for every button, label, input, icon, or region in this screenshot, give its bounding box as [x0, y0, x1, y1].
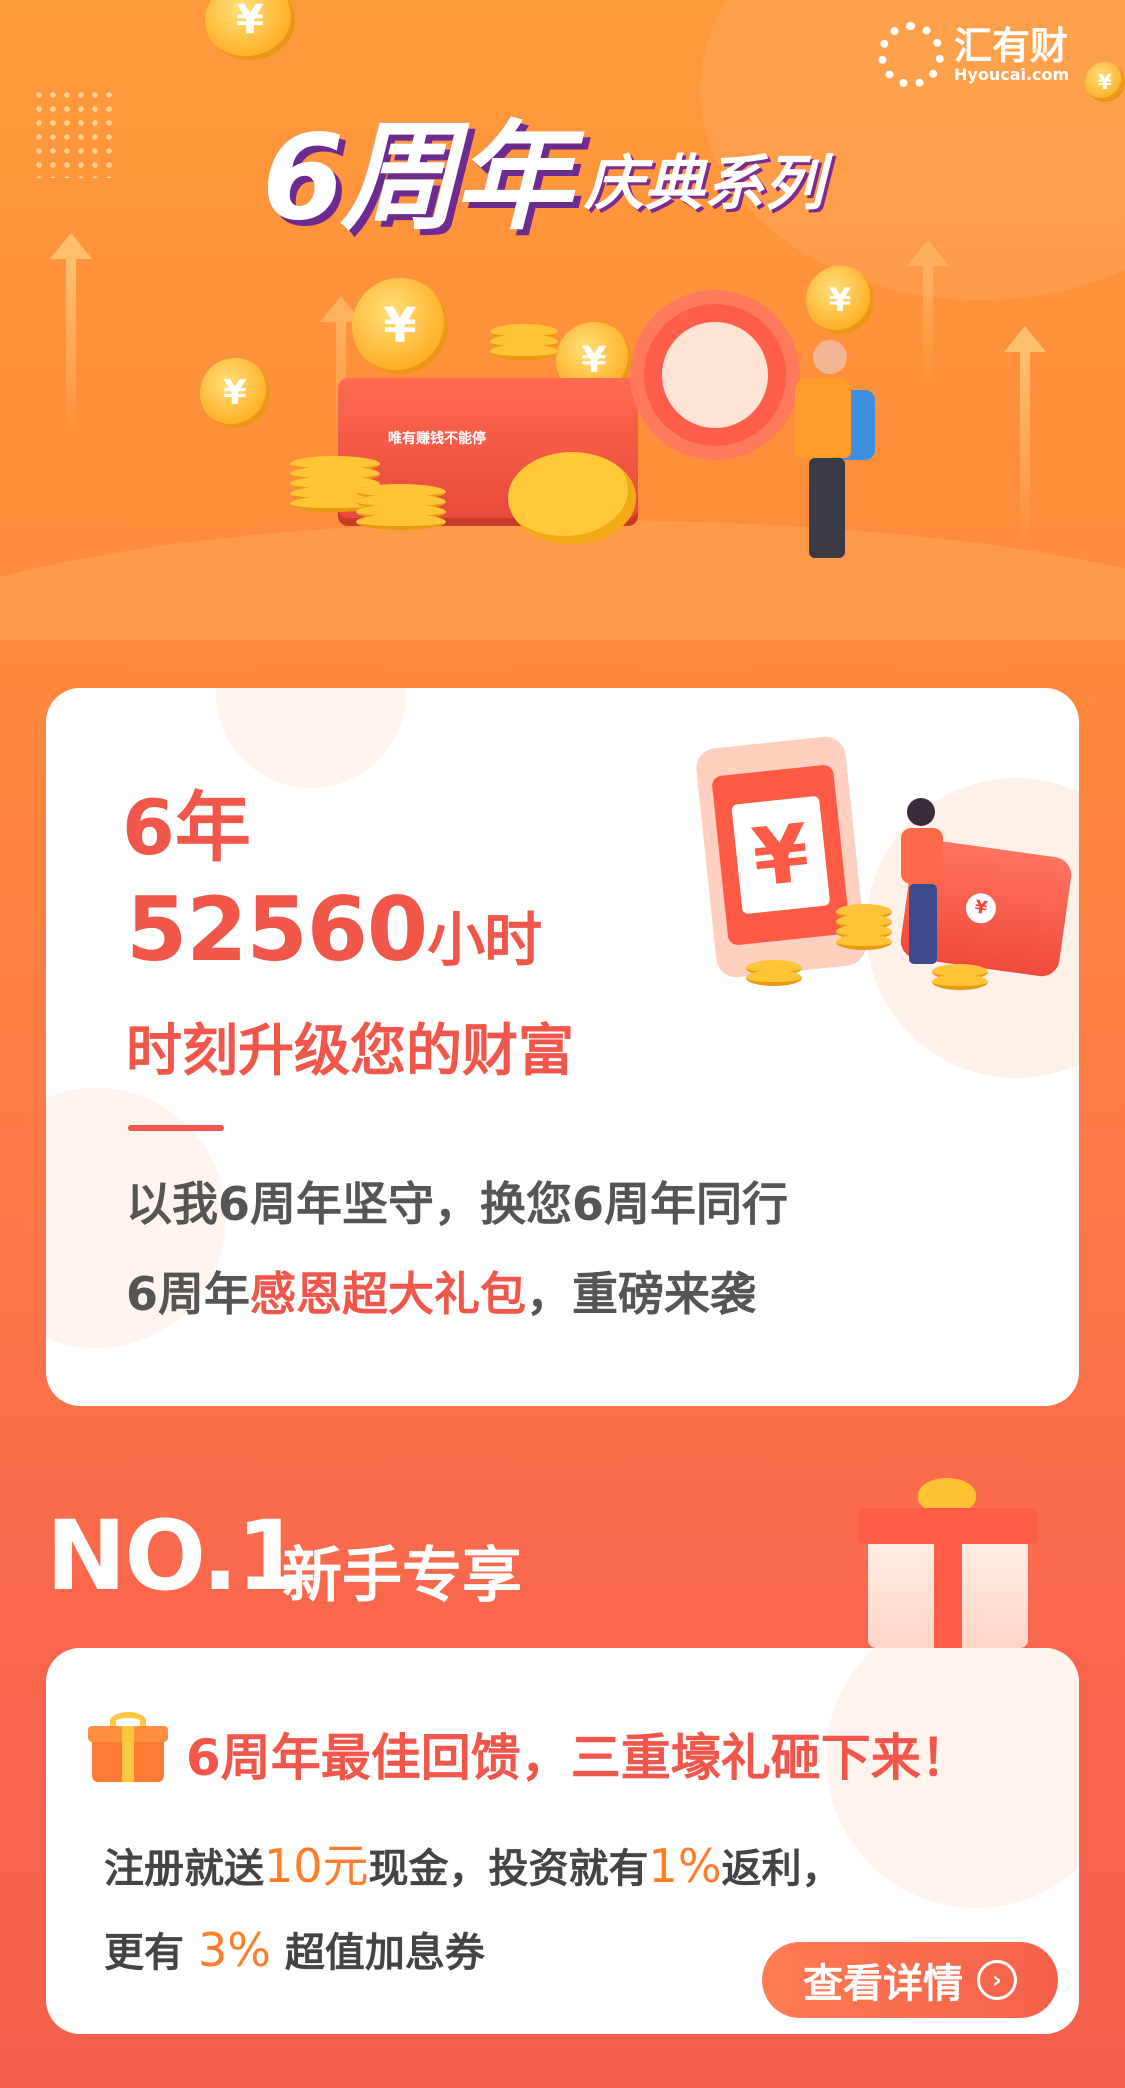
hero-banner: ¥ ¥ ¥ ¥ ¥ ¥ 汇有财 Hyoucai.com 6周年 庆典系列 唯有赚…	[0, 0, 1125, 640]
offer-text: 返利，	[721, 1846, 842, 1892]
alarm-clock-icon	[630, 290, 800, 460]
dot-pattern	[32, 88, 112, 178]
slogan: 时刻升级您的财富	[126, 1019, 574, 1084]
logo-domain: Hyoucai.com	[954, 65, 1070, 84]
coin-icon: ¥	[200, 358, 270, 428]
hours-count: 52560小时	[126, 878, 542, 981]
offer-text: 现金，投资就有	[368, 1846, 649, 1892]
offer-title: 6周年最佳回馈，三重壕礼砸下来！	[186, 1729, 971, 1787]
newcomer-offer-card: 6周年最佳回馈，三重壕礼砸下来！ 注册就送10元现金，投资就有1%返利， 更有 …	[46, 1648, 1079, 2034]
man-illustration	[795, 340, 865, 570]
coin-icon: ¥	[1085, 62, 1125, 102]
intro-line-2-prefix: 6周年	[126, 1267, 251, 1321]
coin-stack-icon	[836, 904, 892, 950]
logo-icon	[878, 22, 944, 88]
up-arrow-icon	[907, 240, 949, 382]
cash-amount: 10元	[264, 1839, 369, 1893]
woman-illustration	[891, 798, 951, 968]
hours-unit: 小时	[427, 906, 542, 974]
brand-logo[interactable]: 汇有财 Hyoucai.com	[878, 22, 1069, 88]
years-label: 6年	[122, 783, 251, 872]
coin-stack-icon	[356, 484, 446, 530]
piggy-bank-icon	[508, 452, 636, 544]
anniversary-intro-card: ¥ ¥ 6年 52560小时 时刻升级您的财富 以我6周年坚守，换您6周年同行 …	[46, 688, 1079, 1406]
up-arrow-icon	[50, 233, 92, 435]
coin-stack-icon	[746, 960, 802, 986]
intro-line-1: 以我6周年坚守，换您6周年同行	[126, 1177, 789, 1231]
hero-title: 6周年 庆典系列	[262, 118, 824, 236]
coin-icon: ¥	[205, 0, 295, 60]
up-arrow-icon	[1004, 326, 1046, 543]
offer-line-1: 注册就送10元现金，投资就有1%返利，	[104, 1830, 842, 1896]
gift-pack-highlight: 感恩超大礼包	[250, 1267, 527, 1321]
chevron-right-icon: ›	[977, 1960, 1017, 2000]
offer-text: 注册就送	[104, 1846, 264, 1892]
view-details-label: 查看详情	[803, 1961, 963, 2007]
interest-rate: 3%	[197, 1923, 271, 1977]
yen-icon: ¥	[963, 891, 998, 926]
offer-line-2: 更有 3% 超值加息券	[104, 1920, 485, 1978]
coin-icon: ¥	[806, 266, 874, 334]
intro-line-2: 6周年感恩超大礼包，重磅来袭	[126, 1258, 756, 1324]
coin-stack-icon	[932, 964, 988, 990]
hours-number: 52560	[126, 878, 428, 981]
section-number: NO.1	[46, 1500, 303, 1612]
section-title: 新手专享	[282, 1541, 522, 1611]
gift-icon	[88, 1712, 168, 1782]
coin-stack-icon	[490, 324, 558, 360]
offer-text: 超值加息券	[270, 1930, 485, 1976]
gift-box-illustration	[858, 1508, 1038, 1648]
divider	[128, 1125, 224, 1131]
coin-icon: ¥	[352, 278, 448, 374]
logo-name: 汇有财	[954, 24, 1069, 68]
yen-icon: ¥	[731, 795, 831, 915]
title-series: 庆典系列	[584, 149, 825, 219]
chest-label: 唯有赚钱不能停	[388, 431, 486, 447]
title-anniversary: 6周年	[262, 108, 572, 246]
intro-line-2-suffix: ，重磅来袭	[526, 1267, 757, 1321]
view-details-button[interactable]: 查看详情 ›	[762, 1942, 1058, 2018]
offer-text: 更有	[104, 1930, 198, 1976]
gold-ingot-icon	[918, 1478, 976, 1512]
rebate-rate: 1%	[648, 1839, 722, 1893]
